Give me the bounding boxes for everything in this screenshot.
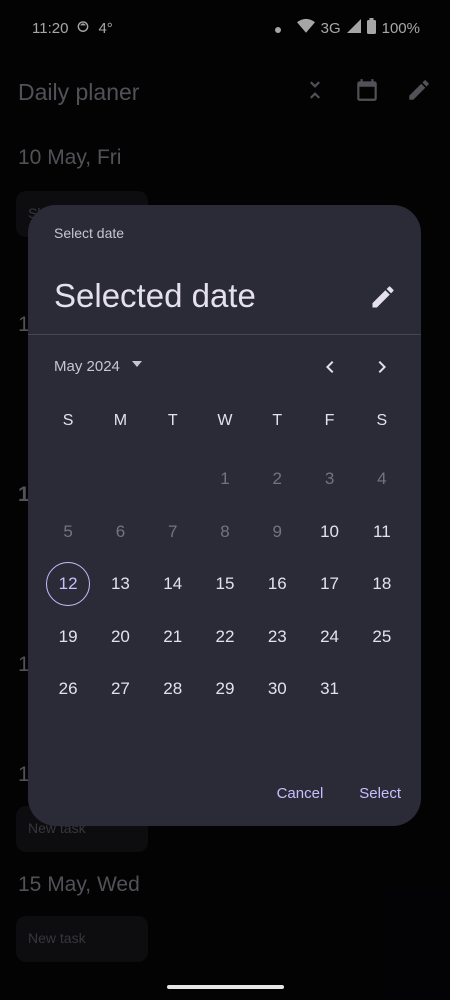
select-button[interactable]: Select [359,785,401,802]
day-cell: 3 [324,469,335,489]
day-cell: 7 [167,521,178,541]
day-cell[interactable]: 29 [199,663,251,716]
day-cell[interactable]: 14 [147,558,199,611]
day-cell: 2 [272,469,283,489]
divider [28,334,421,335]
day-cell-today[interactable]: 12 [42,558,94,611]
day-cell[interactable]: 22 [199,611,251,664]
weekday-label: T [167,412,178,429]
day-cell[interactable]: 19 [42,611,94,664]
day-cell[interactable]: 18 [356,558,408,611]
empty-cell [147,453,199,506]
selected-date-label: Selected date [54,277,256,314]
day-cell[interactable]: 21 [147,611,199,664]
day-cell[interactable]: 16 [251,558,303,611]
day-cell[interactable]: 30 [251,663,303,716]
weekday-label: W [217,412,233,429]
date-picker-dialog: Select date Selected date May 2024 S M T W T… [28,205,421,826]
day-cell[interactable]: 31 [303,663,355,716]
day-cell: 9 [272,521,283,541]
day-cell[interactable]: 27 [94,663,146,716]
day-cell[interactable]: 25 [356,611,408,664]
weekday-label: S [376,412,388,429]
weekday-label: F [324,412,335,429]
arrow-drop-down-icon [130,357,144,375]
calendar-grid: 1 2 3 4 5 6 7 8 9 10 11 12 13 14 15 16 17 18 19 20 21 22 23 24 2… [42,453,408,716]
day-cell[interactable]: 26 [42,663,94,716]
weekday-header: SMTWTFS [42,412,408,430]
day-cell[interactable]: 15 [199,558,251,611]
weekday-label: M [113,412,128,429]
day-cell[interactable]: 10 [303,506,355,559]
day-cell: 1 [220,469,230,489]
pencil-icon[interactable] [369,283,397,311]
day-cell: 5 [63,521,73,541]
chevron-left-icon[interactable] [318,355,342,379]
day-cell[interactable]: 23 [251,611,303,664]
chevron-right-icon[interactable] [370,355,394,379]
weekday-label: T [272,412,283,429]
day-cell[interactable]: 28 [147,663,199,716]
day-cell: 8 [220,521,230,541]
weekday-label: S [62,412,74,429]
day-cell[interactable]: 24 [303,611,355,664]
day-cell[interactable]: 13 [94,558,146,611]
day-cell: 6 [115,521,126,541]
month-year-selector[interactable]: May 2024 [54,357,144,375]
dialog-headline: Select date [54,225,125,241]
day-cell[interactable]: 20 [94,611,146,664]
month-label: May 2024 [54,357,120,375]
gesture-nav-handle[interactable] [167,985,284,989]
empty-cell [94,453,146,506]
day-cell: 4 [377,469,387,489]
day-cell[interactable]: 17 [303,558,355,611]
cancel-button[interactable]: Cancel [277,785,324,802]
empty-cell [42,453,94,506]
day-cell[interactable]: 11 [356,506,408,559]
